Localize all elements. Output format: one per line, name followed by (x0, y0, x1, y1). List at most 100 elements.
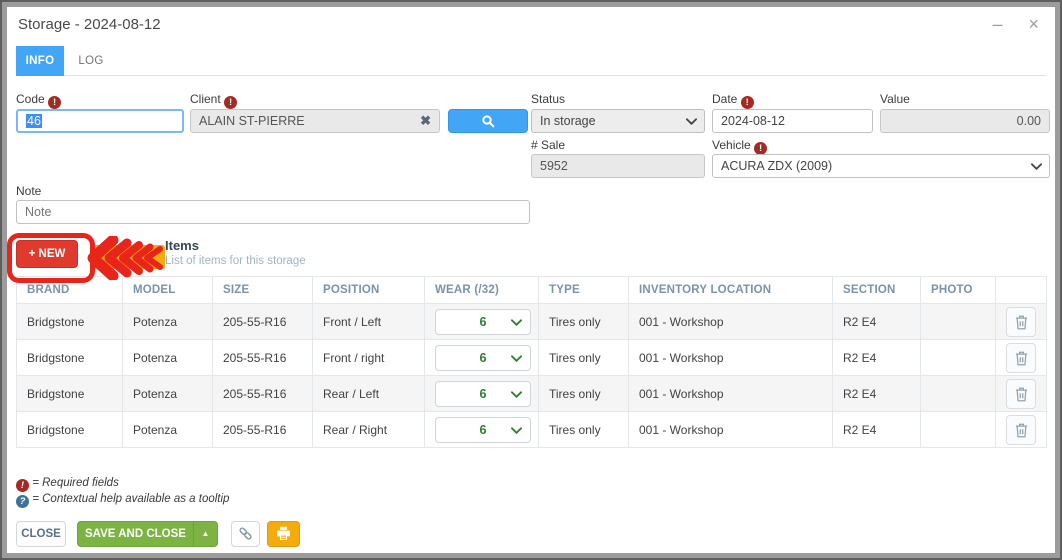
photo-cell (921, 304, 996, 340)
print-button[interactable] (267, 521, 300, 547)
model-cell: Potenza (123, 304, 213, 340)
note-label: Note (16, 184, 41, 198)
search-icon (480, 113, 496, 129)
save-and-close-button[interactable]: SAVE AND CLOSE ▲ (77, 521, 218, 547)
type-cell: Tires only (539, 340, 629, 376)
tab-bar: INFO LOG (16, 46, 1046, 76)
size-cell: 205-55-R16 (213, 304, 313, 340)
trash-icon (1014, 350, 1029, 367)
chevron-down-icon (686, 118, 697, 126)
position-cell: Rear / Right (313, 412, 425, 448)
client-field-wrap: ALAIN ST-PIERRE ✖ (190, 109, 440, 133)
wear-select[interactable]: 6 (435, 381, 531, 407)
delete-item-button[interactable] (1006, 379, 1036, 409)
items-section-subtitle: List of items for this storage (165, 255, 306, 267)
delete-item-button[interactable] (1006, 343, 1036, 373)
required-icon: ! (224, 96, 237, 109)
trash-icon (1014, 422, 1029, 439)
code-selected-text: 46 (26, 114, 42, 128)
sale-label: # Sale (531, 138, 565, 152)
trash-icon (1014, 386, 1029, 403)
position-cell: Rear / Left (313, 376, 425, 412)
close-button[interactable]: CLOSE (16, 521, 66, 547)
photo-cell (921, 412, 996, 448)
required-legend: ! = Required fields (16, 477, 119, 492)
section-cell: R2 E4 (833, 376, 921, 412)
delete-item-button[interactable] (1006, 415, 1036, 445)
col-inventory-location: INVENTORY LOCATION (629, 277, 833, 304)
link-icon (237, 525, 254, 542)
save-and-close-label[interactable]: SAVE AND CLOSE (78, 522, 193, 546)
position-cell: Front / Left (313, 304, 425, 340)
wear-select[interactable]: 6 (435, 309, 531, 335)
col-type: TYPE (539, 277, 629, 304)
status-label: Status (531, 92, 565, 106)
note-input[interactable] (16, 200, 530, 224)
location-cell: 001 - Workshop (629, 376, 833, 412)
col-wear: WEAR (/32) (425, 277, 539, 304)
col-photo: PHOTO (921, 277, 996, 304)
items-table: BRAND MODEL SIZE POSITION WEAR (/32) TYP… (16, 276, 1047, 448)
photo-cell (921, 340, 996, 376)
photo-cell (921, 376, 996, 412)
client-label: Client ! (190, 92, 237, 106)
tab-info[interactable]: INFO (16, 46, 64, 76)
minimize-icon[interactable]: – (992, 15, 1002, 33)
save-dropdown-toggle[interactable]: ▲ (193, 522, 217, 546)
code-field[interactable]: 46 (16, 109, 184, 133)
window-controls: – × (992, 15, 1039, 33)
client-field[interactable]: ALAIN ST-PIERRE (190, 109, 440, 133)
location-cell: 001 - Workshop (629, 412, 833, 448)
col-model: MODEL (123, 277, 213, 304)
table-header-row: BRAND MODEL SIZE POSITION WEAR (/32) TYP… (17, 277, 1047, 304)
chevron-down-icon (511, 427, 522, 435)
type-cell: Tires only (539, 412, 629, 448)
storage-dialog: Storage - 2024-08-12 – × INFO LOG Code !… (7, 7, 1055, 553)
brand-cell: Bridgstone (17, 304, 123, 340)
brand-cell: Bridgstone (17, 340, 123, 376)
copy-link-button[interactable] (231, 521, 260, 547)
wear-select[interactable]: 6 (435, 345, 531, 371)
section-cell: R2 E4 (833, 340, 921, 376)
close-icon[interactable]: × (1028, 15, 1039, 33)
table-row: Bridgstone Potenza 205-55-R16 Front / ri… (17, 340, 1047, 376)
date-field[interactable]: 2024-08-12 (712, 109, 873, 133)
size-cell: 205-55-R16 (213, 412, 313, 448)
code-label: Code ! (16, 92, 61, 106)
vehicle-select[interactable]: ACURA ZDX (2009) (712, 154, 1050, 178)
tab-log[interactable]: LOG (68, 46, 114, 76)
delete-item-button[interactable] (1006, 307, 1036, 337)
size-cell: 205-55-R16 (213, 376, 313, 412)
table-row: Bridgstone Potenza 205-55-R16 Rear / Rig… (17, 412, 1047, 448)
value-field[interactable]: 0.00 (880, 109, 1050, 133)
required-icon: ! (48, 96, 61, 109)
value-label: Value (880, 92, 910, 106)
table-row: Bridgstone Potenza 205-55-R16 Front / Le… (17, 304, 1047, 340)
size-cell: 205-55-R16 (213, 340, 313, 376)
page-title: Storage - 2024-08-12 (18, 16, 161, 33)
sale-field[interactable]: 5952 (531, 154, 705, 178)
model-cell: Potenza (123, 340, 213, 376)
section-cell: R2 E4 (833, 412, 921, 448)
table-row: Bridgstone Potenza 205-55-R16 Rear / Lef… (17, 376, 1047, 412)
section-cell: R2 E4 (833, 304, 921, 340)
required-icon: ! (741, 96, 754, 109)
col-actions (996, 277, 1047, 304)
help-legend: ? = Contextual help available as a toolt… (16, 493, 229, 508)
modal-frame: Storage - 2024-08-12 – × INFO LOG Code !… (0, 0, 1062, 560)
client-search-button[interactable] (448, 109, 528, 133)
col-position: POSITION (313, 277, 425, 304)
chevron-down-icon (511, 391, 522, 399)
clear-client-icon[interactable]: ✖ (420, 113, 431, 129)
status-select[interactable]: In storage (531, 109, 705, 133)
chevron-down-icon (511, 319, 522, 327)
location-cell: 001 - Workshop (629, 340, 833, 376)
printer-icon (275, 525, 292, 542)
col-section: SECTION (833, 277, 921, 304)
help-icon: ? (16, 495, 29, 508)
type-cell: Tires only (539, 376, 629, 412)
annotation-highlight-box (7, 233, 95, 283)
annotation-arrows-icon (85, 236, 167, 280)
date-label: Date ! (712, 92, 754, 106)
wear-select[interactable]: 6 (435, 417, 531, 443)
